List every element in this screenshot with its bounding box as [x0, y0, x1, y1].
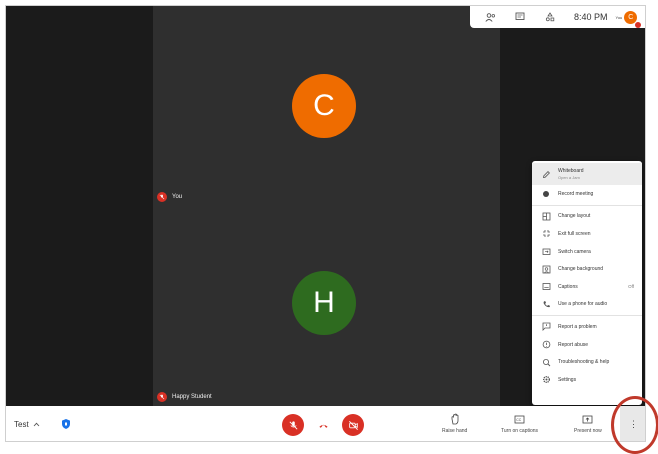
menu-item-label: Exit full screen	[558, 230, 591, 237]
layout-icon	[541, 211, 551, 221]
menu-item-report-problem[interactable]: Report a problem	[532, 318, 642, 336]
menu-divider	[532, 204, 642, 206]
participant-name-tag-you: You	[157, 192, 182, 202]
report-abuse-icon	[541, 340, 551, 350]
menu-item-label: Captions	[558, 283, 578, 290]
camera-toggle-button[interactable]	[342, 414, 364, 436]
bottom-control-bar: Test Raise hand CC Turn on captions Pres…	[6, 406, 645, 441]
muted-mic-icon	[157, 192, 167, 202]
menu-item-whiteboard[interactable]: Whiteboard Open a Jam	[532, 163, 642, 185]
menu-item-label: Change layout	[558, 213, 591, 220]
clock-time: 8:40 PM	[574, 12, 608, 22]
participant-name: Happy Student	[172, 394, 212, 400]
menu-item-phone-audio[interactable]: Use a phone for audio	[532, 296, 642, 314]
report-problem-icon	[541, 322, 551, 332]
mic-toggle-button[interactable]	[282, 414, 304, 436]
menu-item-label: Change background	[558, 266, 604, 273]
participant-avatar-you: C	[292, 74, 356, 138]
present-icon	[582, 413, 594, 425]
more-options-button[interactable]: ⋮	[620, 406, 645, 441]
present-now-label: Present now	[574, 428, 602, 434]
menu-divider	[532, 315, 642, 317]
self-avatar: C	[624, 10, 642, 28]
captions-button[interactable]: CC Turn on captions	[501, 413, 538, 434]
hand-icon	[449, 413, 461, 425]
raise-hand-button[interactable]: Raise hand	[442, 413, 467, 434]
menu-item-label: Report abuse	[558, 341, 589, 348]
captions-state: Off	[628, 284, 634, 290]
menu-item-switch-camera[interactable]: Switch camera	[532, 243, 642, 261]
camera-off-icon	[348, 420, 358, 430]
background-icon	[541, 264, 551, 274]
activities-icon[interactable]	[542, 9, 558, 25]
meeting-details[interactable]: Test	[14, 420, 40, 429]
hang-up-icon	[318, 424, 328, 428]
self-avatar-initial: C	[628, 13, 634, 21]
menu-item-label: Use a phone for audio	[558, 301, 608, 308]
participant-name-tag-happy-student: Happy Student	[157, 392, 212, 402]
help-icon	[541, 357, 551, 367]
menu-item-captions[interactable]: Captions Off	[532, 278, 642, 296]
participant-avatar-happy-student: H	[292, 271, 356, 335]
top-info-bar: 8:40 PM You C	[470, 6, 645, 28]
menu-item-label: Settings	[558, 376, 577, 383]
settings-icon	[541, 375, 551, 385]
phone-icon	[541, 299, 551, 309]
menu-item-label: Report a problem	[558, 323, 597, 330]
muted-badge-icon	[635, 21, 642, 28]
menu-item-report-abuse[interactable]: Report abuse	[532, 336, 642, 354]
menu-item-change-background[interactable]: Change background	[532, 260, 642, 278]
fullscreen-exit-icon	[541, 229, 551, 239]
svg-text:CC: CC	[516, 418, 522, 422]
meet-window: C You H Happy Student 8:40 PM You C Whit…	[5, 5, 646, 442]
switch-camera-icon	[541, 247, 551, 257]
left-backdrop	[6, 6, 153, 406]
more-vert-icon: ⋮	[629, 419, 638, 429]
menu-item-troubleshooting[interactable]: Troubleshooting & help	[532, 353, 642, 371]
captions-icon	[541, 282, 551, 292]
pencil-icon	[541, 169, 551, 179]
menu-item-label: Switch camera	[558, 248, 591, 255]
menu-item-exit-full-screen[interactable]: Exit full screen	[532, 225, 642, 243]
raise-hand-label: Raise hand	[442, 428, 468, 434]
menu-item-sublabel: Open a Jam	[558, 175, 580, 180]
more-options-menu: Whiteboard Open a Jam Record meeting Cha…	[532, 161, 642, 405]
leave-call-button[interactable]	[312, 414, 334, 436]
record-icon	[541, 189, 551, 199]
people-icon[interactable]	[482, 9, 498, 25]
menu-item-settings[interactable]: Settings	[532, 371, 642, 389]
menu-item-record-meeting[interactable]: Record meeting	[532, 185, 642, 203]
participant-name: You	[172, 194, 183, 200]
present-now-button[interactable]: Present now	[574, 413, 602, 434]
menu-item-label: Record meeting	[558, 190, 594, 197]
chat-icon[interactable]	[512, 9, 528, 25]
chevron-up-icon	[33, 422, 40, 427]
participant-grid	[153, 6, 500, 406]
shield-icon[interactable]	[60, 418, 72, 430]
menu-item-change-layout[interactable]: Change layout	[532, 208, 642, 226]
captions-icon: CC	[514, 413, 526, 425]
captions-label: Turn on captions	[501, 428, 539, 434]
meeting-name: Test	[14, 420, 29, 429]
muted-mic-icon	[157, 392, 167, 402]
menu-item-label: Troubleshooting & help	[558, 359, 610, 366]
mic-off-icon	[289, 420, 297, 429]
menu-item-label: Whiteboard	[558, 168, 584, 174]
self-label: You	[615, 14, 623, 20]
